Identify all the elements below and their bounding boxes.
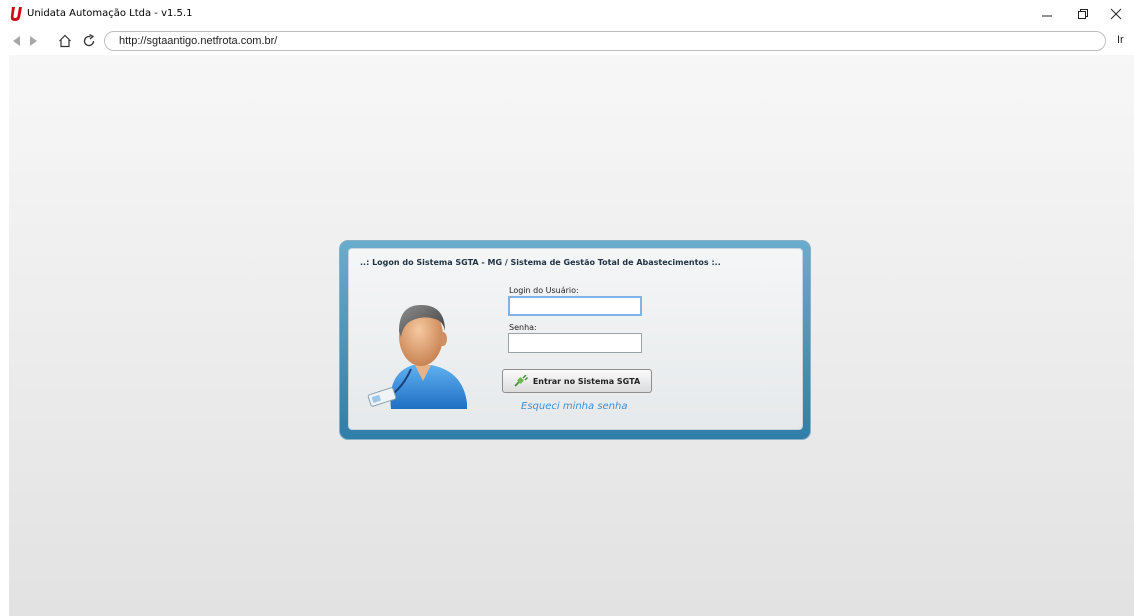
url-input[interactable]: http://sgtaantigo.netfrota.com.br/ <box>104 31 1106 51</box>
user-avatar-icon <box>367 305 467 409</box>
title-bar: Unidata Automação Ltda - v1.5.1 <box>0 0 1134 30</box>
url-text: http://sgtaantigo.netfrota.com.br/ <box>119 35 278 47</box>
user-login-label: Login do Usuário: <box>509 286 579 295</box>
enter-system-button[interactable]: Entrar no Sistema SGTA <box>502 369 652 393</box>
home-icon <box>59 34 71 48</box>
app-logo-icon <box>10 7 22 21</box>
restore-button[interactable] <box>1066 2 1100 26</box>
forgot-password-link[interactable]: Esqueci minha senha <box>521 401 628 412</box>
minimize-button[interactable] <box>1030 2 1064 26</box>
address-bar: http://sgtaantigo.netfrota.com.br/ Ir <box>0 30 1134 52</box>
login-panel: ..: Logon do Sistema SGTA - MG / Sistema… <box>339 240 811 440</box>
go-button[interactable]: Ir <box>1117 34 1124 46</box>
password-label: Senha: <box>509 323 537 332</box>
close-button[interactable] <box>1099 2 1133 26</box>
reload-button[interactable] <box>80 31 98 51</box>
forward-button[interactable] <box>26 31 40 51</box>
forward-arrow-icon <box>30 36 37 46</box>
close-icon <box>1110 8 1122 20</box>
reload-icon <box>83 34 95 47</box>
back-arrow-icon <box>13 36 20 46</box>
window-title: Unidata Automação Ltda - v1.5.1 <box>27 8 193 19</box>
home-button[interactable] <box>56 31 74 51</box>
login-panel-body: ..: Logon do Sistema SGTA - MG / Sistema… <box>348 248 803 430</box>
login-header: ..: Logon do Sistema SGTA - MG / Sistema… <box>360 258 721 267</box>
password-input[interactable] <box>508 333 642 353</box>
enter-system-label: Entrar no Sistema SGTA <box>532 376 641 386</box>
plug-connect-icon <box>514 375 528 387</box>
back-button[interactable] <box>10 31 24 51</box>
restore-icon <box>1078 9 1088 19</box>
page-content: ..: Logon do Sistema SGTA - MG / Sistema… <box>9 55 1134 616</box>
user-login-input[interactable] <box>508 296 642 316</box>
minimize-icon <box>1042 15 1052 17</box>
